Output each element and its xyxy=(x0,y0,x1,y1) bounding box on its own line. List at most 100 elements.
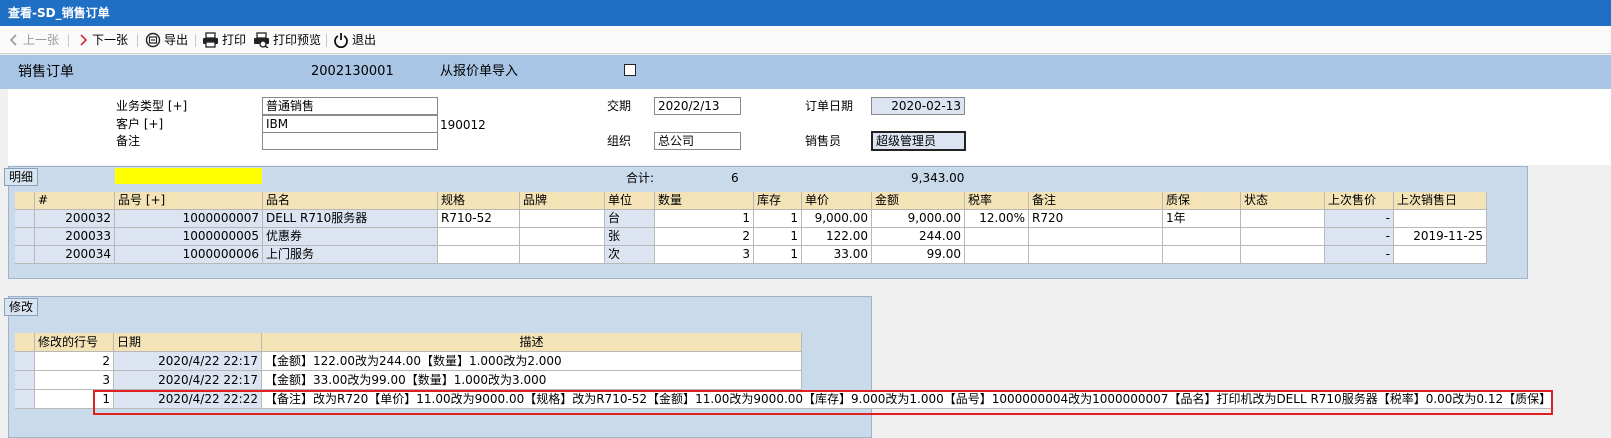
cell-changed-line[interactable]: 3 xyxy=(35,371,114,390)
cell-unit-price[interactable]: 33.00 xyxy=(802,246,872,264)
cell-quantity[interactable]: 3 xyxy=(655,246,754,264)
order-form: 业务类型 [+] 普通销售 客户 [+] IBM 190012 备注 交期 20… xyxy=(8,89,1611,165)
print-button[interactable]: 打印 xyxy=(202,30,246,50)
cell-row-number[interactable]: 200034 xyxy=(35,246,115,264)
cell-spec[interactable] xyxy=(438,246,520,264)
cell-tax-rate[interactable]: 12.00% xyxy=(965,210,1029,228)
cell-spec[interactable] xyxy=(438,228,520,246)
row-selector[interactable] xyxy=(15,228,35,246)
cell-last-price[interactable]: - xyxy=(1325,228,1394,246)
cell-last-price[interactable]: - xyxy=(1325,246,1394,264)
cell-amount[interactable]: 244.00 xyxy=(872,228,965,246)
import-quote-checkbox[interactable] xyxy=(624,64,636,76)
cell-remark[interactable] xyxy=(1029,246,1163,264)
cell-status[interactable] xyxy=(1241,228,1325,246)
cell-item-code[interactable]: 1000000006 xyxy=(115,246,263,264)
cell-change-date[interactable]: 2020/4/22 22:17 xyxy=(114,371,262,390)
biz-type-label[interactable]: 业务类型 [+] xyxy=(116,98,187,114)
highlight-field xyxy=(115,168,262,184)
cell-brand[interactable] xyxy=(520,228,605,246)
export-button[interactable]: 导出 xyxy=(145,30,188,50)
delivery-field[interactable]: 2020/2/13 xyxy=(654,97,741,115)
cell-brand[interactable] xyxy=(520,246,605,264)
chevron-left-icon xyxy=(8,33,20,47)
cell-last-sale-date[interactable] xyxy=(1394,210,1487,228)
export-icon xyxy=(145,32,161,48)
cell-remark[interactable]: R720 xyxy=(1029,210,1163,228)
org-label: 组织 xyxy=(607,134,632,148)
cell-amount[interactable]: 9,000.00 xyxy=(872,210,965,228)
cell-changed-line[interactable]: 2 xyxy=(35,352,114,371)
cell-change-description[interactable]: 【金额】122.00改为244.00【数量】1.000改为2.000 xyxy=(262,352,802,371)
customer-field[interactable]: IBM xyxy=(262,115,438,133)
import-quote-label: 从报价单导入 xyxy=(440,64,519,79)
cell-last-sale-date[interactable]: 2019-11-25 xyxy=(1394,228,1487,246)
prev-button[interactable]: 上一张 xyxy=(8,30,59,50)
cell-unit[interactable]: 次 xyxy=(605,246,655,264)
cell-tax-rate[interactable] xyxy=(965,246,1029,264)
remark-field[interactable] xyxy=(262,132,438,150)
cell-warranty[interactable] xyxy=(1163,246,1241,264)
exit-button[interactable]: 退出 xyxy=(333,30,376,50)
cell-warranty[interactable]: 1年 xyxy=(1163,210,1241,228)
cell-row-number[interactable]: 200033 xyxy=(35,228,115,246)
row-selector[interactable] xyxy=(15,371,35,390)
customer-label[interactable]: 客户 [+] xyxy=(116,116,163,132)
column-header-change-date: 日期 xyxy=(114,333,262,352)
cell-change-description[interactable]: 【金额】33.00改为99.00【数量】1.000改为3.000 xyxy=(262,371,802,390)
cell-change-date[interactable]: 2020/4/22 22:17 xyxy=(114,352,262,371)
cell-remark[interactable] xyxy=(1029,228,1163,246)
next-button[interactable]: 下一张 xyxy=(77,30,128,50)
order-date-label: 订单日期 xyxy=(805,99,854,113)
cell-item-name[interactable]: DELL R710服务器 xyxy=(263,210,438,228)
detail-grid: # 品号 [+] 品名 规格 品牌 单位 数量 库存 单价 金额 税率 备注 质保 状态 上次售价 上次销售日… xyxy=(15,192,1487,264)
cell-unit[interactable]: 台 xyxy=(605,210,655,228)
biz-type-field[interactable]: 普通销售 xyxy=(262,97,438,115)
cell-status[interactable] xyxy=(1241,210,1325,228)
total-label: 合计: xyxy=(626,171,655,185)
print-preview-icon xyxy=(253,32,270,48)
cell-tax-rate[interactable] xyxy=(965,228,1029,246)
column-header-quantity: 数量 xyxy=(655,192,754,210)
doc-number: 2002130001 xyxy=(311,64,394,79)
highlight-box xyxy=(93,390,1553,415)
cell-status[interactable] xyxy=(1241,246,1325,264)
salesperson-field[interactable]: 超级管理员 xyxy=(871,131,966,151)
cell-brand[interactable] xyxy=(520,210,605,228)
column-header-remark: 备注 xyxy=(1029,192,1163,210)
cell-spec[interactable]: R710-52 xyxy=(438,210,520,228)
cell-amount[interactable]: 99.00 xyxy=(872,246,965,264)
cell-item-name[interactable]: 上门服务 xyxy=(263,246,438,264)
row-selector[interactable] xyxy=(15,352,35,371)
cell-last-price[interactable]: - xyxy=(1325,210,1394,228)
toolbar: 上一张 下一张 导出 打印 打印预览 退出 xyxy=(0,26,1611,54)
row-selector[interactable] xyxy=(15,246,35,264)
tab-changes[interactable]: 修改 xyxy=(4,298,39,316)
cell-unit-price[interactable]: 122.00 xyxy=(802,228,872,246)
cell-item-code[interactable]: 1000000007 xyxy=(115,210,263,228)
cell-item-name[interactable]: 优惠券 xyxy=(263,228,438,246)
grid-corner xyxy=(15,333,35,352)
print-preview-button[interactable]: 打印预览 xyxy=(253,30,321,50)
column-header-status: 状态 xyxy=(1241,192,1325,210)
cell-last-sale-date[interactable] xyxy=(1394,246,1487,264)
column-header-spec: 规格 xyxy=(438,192,520,210)
row-selector[interactable] xyxy=(15,390,35,409)
cell-warranty[interactable] xyxy=(1163,228,1241,246)
total-qty: 6 xyxy=(731,171,739,185)
cell-row-number[interactable]: 200032 xyxy=(35,210,115,228)
cell-quantity[interactable]: 2 xyxy=(655,228,754,246)
row-selector[interactable] xyxy=(15,210,35,228)
column-header-stock: 库存 xyxy=(754,192,802,210)
cell-stock[interactable]: 1 xyxy=(754,246,802,264)
cell-stock[interactable]: 1 xyxy=(754,210,802,228)
cell-stock[interactable]: 1 xyxy=(754,228,802,246)
cell-item-code[interactable]: 1000000005 xyxy=(115,228,263,246)
column-header-warranty: 质保 xyxy=(1163,192,1241,210)
cell-unit[interactable]: 张 xyxy=(605,228,655,246)
cell-quantity[interactable]: 1 xyxy=(655,210,754,228)
power-icon xyxy=(333,32,349,48)
org-field[interactable]: 总公司 xyxy=(654,132,741,150)
cell-unit-price[interactable]: 9,000.00 xyxy=(802,210,872,228)
tab-detail[interactable]: 明细 xyxy=(4,168,39,186)
